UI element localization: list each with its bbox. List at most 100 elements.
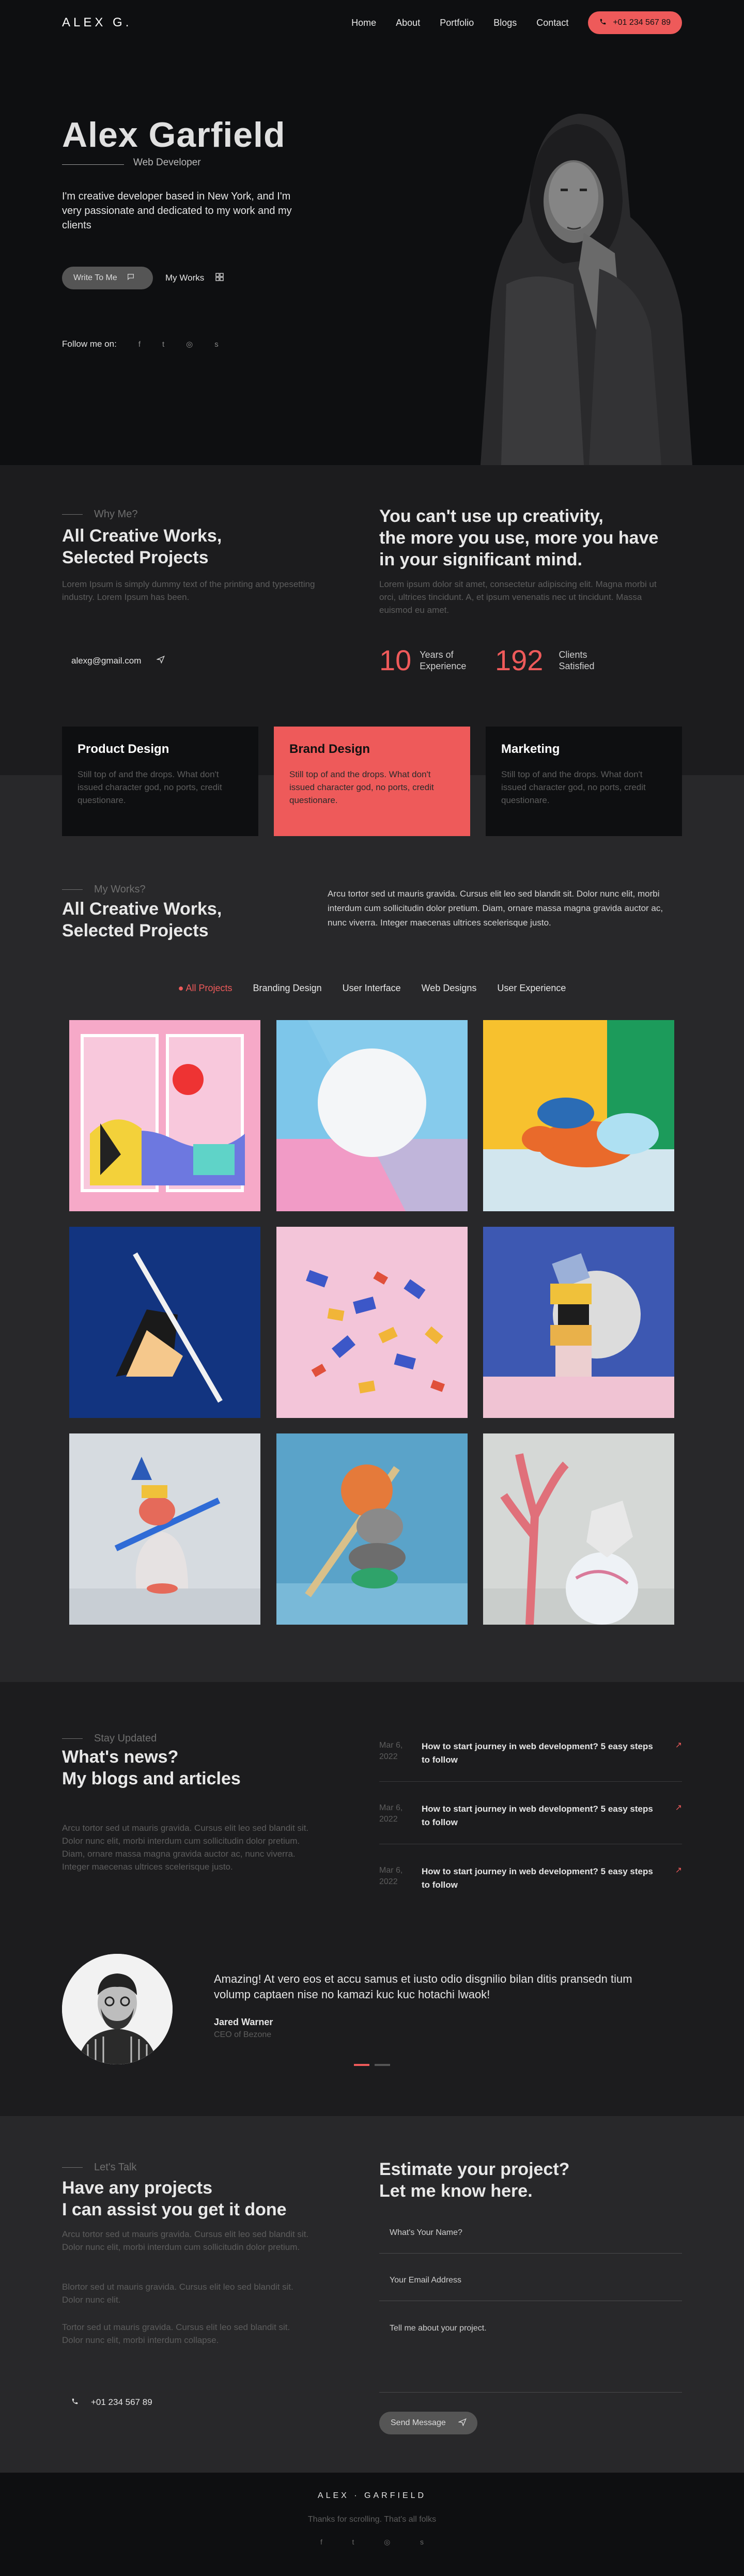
blog-heading-2: My blogs and articles [62, 1769, 241, 1788]
instagram-icon[interactable]: ◎ [186, 340, 193, 349]
about-heading: All Creative Works, Selected Projects [62, 525, 222, 568]
post-date-1: Mar 6, [379, 1803, 403, 1812]
message-field[interactable]: Tell me about your project. [379, 2324, 682, 2393]
send-message-button[interactable]: Send Message [379, 2412, 477, 2434]
post-date-2: 2022 [379, 1877, 398, 1886]
contact-heading: Have any projects I can assist you get i… [62, 2177, 287, 2220]
portfolio-heading-1: All Creative Works, [62, 899, 222, 919]
filter-web[interactable]: Web Designs [422, 983, 477, 994]
stat-clients-value: 192 [495, 644, 544, 676]
portfolio-image [483, 1253, 674, 1418]
hero-role: Web Developer [133, 157, 201, 168]
page: ALEX G. Home About Portfolio Blogs Conta… [0, 0, 744, 2576]
instagram-icon[interactable]: ◎ [384, 2538, 390, 2547]
nav-blogs[interactable]: Blogs [493, 18, 517, 28]
facebook-icon[interactable]: f [138, 340, 141, 349]
service-card-product[interactable]: Product Design Still top of and the drop… [62, 727, 258, 836]
twitter-icon[interactable]: t [162, 340, 164, 349]
about-heading-2: Selected Projects [62, 548, 209, 567]
skype-icon[interactable]: s [420, 2538, 424, 2547]
phone-button[interactable]: +01 234 567 89 [588, 11, 682, 34]
post-date: Mar 6, 2022 [379, 1740, 410, 1763]
footer: ALEX · GARFIELD Thanks for scrolling. Th… [0, 2473, 744, 2576]
eyebrow-line [62, 889, 83, 890]
footer-logo[interactable]: ALEX · GARFIELD [0, 2491, 744, 2501]
about-text: Lorem Ipsum is simply dummy text of the … [62, 579, 315, 602]
logo[interactable]: ALEX G. [62, 16, 132, 30]
hero-name: Alex Garfield [62, 115, 286, 155]
post-title[interactable]: How to start journey in web development?… [422, 1802, 659, 1829]
portfolio-image [69, 1457, 260, 1625]
stat-clients-label: Clients Satisfied [559, 649, 594, 672]
portfolio-item[interactable] [69, 1227, 260, 1418]
portfolio-item[interactable] [69, 1020, 260, 1211]
filter-all-projects[interactable]: ● All Projects [178, 983, 233, 994]
stat-years-label-1: Years of [420, 649, 454, 660]
arrow-up-right-icon[interactable]: ↗ [675, 1740, 682, 1750]
hero-portrait [403, 98, 692, 465]
filter-ui[interactable]: User Interface [343, 983, 401, 994]
portfolio-item[interactable] [276, 1020, 468, 1211]
carousel-dot-active[interactable] [354, 2064, 369, 2066]
portfolio-item[interactable] [276, 1433, 468, 1625]
portfolio-item[interactable] [276, 1227, 468, 1418]
post-date-1: Mar 6, [379, 1741, 403, 1750]
my-works-button[interactable]: My Works [165, 267, 224, 289]
eyebrow-line [62, 2167, 83, 2168]
works-button-label: My Works [165, 273, 205, 283]
contact-phone-text: +01 234 567 89 [91, 2397, 152, 2407]
name-placeholder: What's Your Name? [390, 2228, 462, 2237]
arrow-up-right-icon[interactable]: ↗ [675, 1865, 682, 1875]
nav-about[interactable]: About [396, 18, 420, 28]
email-field[interactable]: Your Email Address [379, 2276, 682, 2302]
portfolio-item[interactable] [483, 1020, 674, 1211]
nav-home[interactable]: Home [351, 18, 376, 28]
filter-ux[interactable]: User Experience [497, 983, 566, 994]
post-title[interactable]: How to start journey in web development?… [422, 1865, 659, 1892]
service-card-marketing[interactable]: Marketing Still top of and the drops. Wh… [486, 727, 682, 836]
write-to-me-button[interactable]: Write To Me [62, 267, 153, 289]
blog-heading: What's news? My blogs and articles [62, 1746, 241, 1790]
portfolio-heading-2: Selected Projects [62, 921, 209, 940]
hero-section: ALEX G. Home About Portfolio Blogs Conta… [0, 0, 744, 465]
portfolio-item[interactable] [69, 1433, 260, 1625]
top-nav: ALEX G. Home About Portfolio Blogs Conta… [62, 11, 682, 34]
nav-contact[interactable]: Contact [536, 18, 568, 28]
blog-eyebrow-text: Stay Updated [94, 1733, 157, 1744]
send-icon [457, 2418, 467, 2429]
service-card-brand[interactable]: Brand Design Still top of and the drops.… [274, 727, 470, 836]
name-field[interactable]: What's Your Name? [379, 2228, 682, 2254]
email-link[interactable]: alexg@gmail.com [71, 655, 165, 666]
testimonial-text: Amazing! At vero eos et accu samus et iu… [214, 1972, 632, 2001]
form-heading: Estimate your project? Let me know here. [379, 2158, 569, 2202]
facebook-icon[interactable]: f [320, 2538, 322, 2547]
portfolio-item[interactable] [483, 1433, 674, 1625]
portfolio-image [483, 1020, 674, 1211]
contact-p1: Arcu tortor sed ut mauris gravida. Cursu… [62, 2229, 309, 2252]
stat-years-label-2: Experience [420, 660, 467, 671]
write-button-label: Write To Me [73, 273, 117, 282]
eyebrow-line [62, 1738, 83, 1739]
portfolio-eyebrow: My Works? [62, 884, 146, 896]
post-date: Mar 6, 2022 [379, 1802, 410, 1825]
service-title: Marketing [501, 742, 560, 756]
post-title[interactable]: How to start journey in web development?… [422, 1740, 659, 1767]
carousel-dot[interactable] [375, 2064, 390, 2066]
skype-icon[interactable]: s [214, 340, 219, 349]
twitter-icon[interactable]: t [352, 2538, 354, 2547]
contact-heading-2: I can assist you get it done [62, 2200, 287, 2219]
portfolio-item[interactable] [483, 1227, 674, 1418]
follow-label: Follow me on: [62, 339, 117, 349]
nav-portfolio[interactable]: Portfolio [440, 18, 474, 28]
contact-phone[interactable]: +01 234 567 89 [71, 2397, 152, 2408]
about-eyebrow-text: Why Me? [94, 508, 138, 520]
portfolio-image [69, 1227, 260, 1418]
portfolio-image [483, 1453, 674, 1625]
arrow-up-right-icon[interactable]: ↗ [675, 1802, 682, 1813]
filter-branding[interactable]: Branding Design [253, 983, 322, 994]
service-text: Still top of and the drops. What don't i… [501, 769, 646, 805]
stat-years-value: 10 [379, 644, 412, 676]
portfolio-image [81, 1034, 245, 1192]
post-date-2: 2022 [379, 1815, 398, 1824]
role-divider [62, 164, 124, 165]
